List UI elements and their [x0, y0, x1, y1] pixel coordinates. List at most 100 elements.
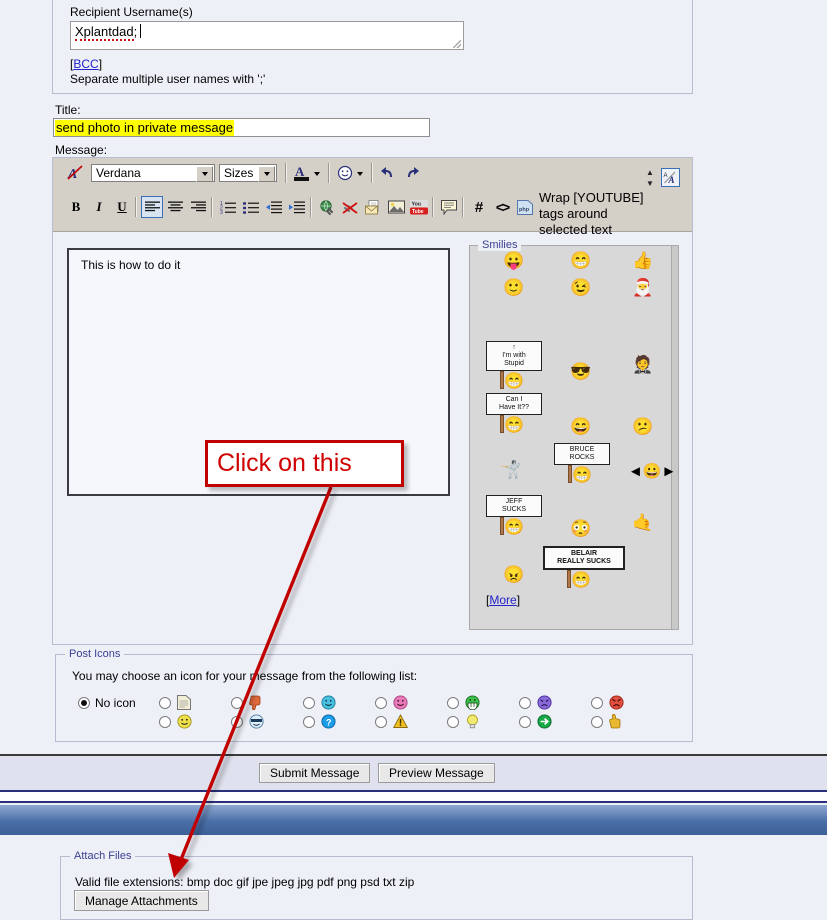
- smiley-santa[interactable]: 🎅: [632, 279, 653, 296]
- post-icon-radio-lightbulb[interactable]: [447, 716, 459, 728]
- svg-text:A: A: [295, 164, 305, 179]
- post-icon-radio-none[interactable]: [78, 697, 90, 709]
- sign-text-im-with-stupid: ↑ I'm with Stupid: [486, 341, 542, 371]
- stepper-up-icon[interactable]: ▲: [646, 168, 654, 177]
- post-icon-radio-arrow[interactable]: [519, 716, 531, 728]
- manage-attachments-button[interactable]: Manage Attachments: [74, 890, 209, 911]
- insert-image-icon[interactable]: [385, 196, 407, 218]
- post-icon-radio-happy-blue[interactable]: [303, 697, 315, 709]
- font-color-icon[interactable]: A: [291, 162, 313, 184]
- ordered-list-icon[interactable]: 123: [217, 196, 239, 218]
- smilie-icon[interactable]: [334, 162, 356, 184]
- more-link-label[interactable]: More: [489, 593, 516, 607]
- align-center-icon[interactable]: [164, 196, 186, 218]
- smiley-plain[interactable]: 🙂: [503, 279, 524, 296]
- font-family-select[interactable]: Verdana: [91, 164, 215, 182]
- remove-link-icon[interactable]: [339, 196, 361, 218]
- stepper-down-icon[interactable]: ▼: [646, 179, 654, 188]
- post-icon-radio-purple-sad[interactable]: [519, 697, 531, 709]
- message-label: Message:: [55, 143, 108, 157]
- code-button[interactable]: <>: [491, 196, 513, 218]
- post-icon-smile[interactable]: [176, 714, 192, 730]
- preview-message-button[interactable]: Preview Message: [378, 763, 495, 783]
- php-button[interactable]: php: [514, 196, 536, 218]
- youtube-icon[interactable]: You Tube: [408, 196, 430, 218]
- post-icon-question[interactable]: ?: [320, 714, 336, 730]
- unordered-list-icon[interactable]: [240, 196, 262, 218]
- post-icon-radio-green-grin[interactable]: [447, 697, 459, 709]
- smiley-thumbs-up[interactable]: 👍: [632, 252, 653, 269]
- post-icon-purple-sad[interactable]: [536, 695, 552, 711]
- smiley-tongue[interactable]: 😛: [503, 252, 524, 269]
- post-icon-radio-thumbs-down[interactable]: [231, 697, 243, 709]
- post-icon-document[interactable]: [176, 695, 192, 711]
- underline-button[interactable]: U: [111, 196, 133, 218]
- chevron-down-icon[interactable]: [196, 166, 213, 182]
- sign-face-icon: 😁: [504, 373, 524, 390]
- smiley-drink[interactable]: 🤙: [632, 514, 653, 531]
- smiley-bruce-rocks[interactable]: BRUCE ROCKS 😁: [554, 443, 610, 485]
- post-icon-radio-cool[interactable]: [231, 716, 243, 728]
- smiley-confused[interactable]: 😕: [632, 418, 653, 435]
- smiley-green-grin[interactable]: 😁: [570, 252, 591, 269]
- smiley-angry[interactable]: 😠: [503, 566, 524, 583]
- post-icon-warning[interactable]: [392, 714, 408, 730]
- post-icon-radio-thumbs-up[interactable]: [591, 716, 603, 728]
- smilies-more-link[interactable]: [More]: [486, 593, 520, 607]
- post-icon-radio-warning[interactable]: [375, 716, 387, 728]
- post-icon-red-angry[interactable]: [608, 695, 624, 711]
- smiley-can-i-have-it[interactable]: Can I Have It?? 😁: [486, 393, 542, 435]
- smiley-formal[interactable]: 🤵: [632, 356, 653, 373]
- post-icon-thumbs-up[interactable]: [608, 713, 624, 730]
- hash-button[interactable]: #: [468, 196, 490, 218]
- insert-email-icon[interactable]: [362, 196, 384, 218]
- post-icon-happy-blue[interactable]: [320, 695, 336, 711]
- font-color-dropdown-icon[interactable]: [311, 164, 323, 184]
- submit-message-button[interactable]: Submit Message: [259, 763, 371, 783]
- bcc-link-label[interactable]: BCC: [73, 57, 98, 71]
- quote-icon[interactable]: [438, 196, 460, 218]
- remove-formatting-icon[interactable]: A: [65, 162, 87, 184]
- smiley-boxing: ◄😀►: [628, 463, 677, 480]
- smiley-im-with-stupid[interactable]: ↑ I'm with Stupid 😁: [486, 341, 542, 391]
- post-icon-lightbulb[interactable]: [464, 714, 480, 730]
- size-stepper-icon[interactable]: ▲ ▼: [644, 168, 656, 188]
- smiley-belair-really-sucks[interactable]: BELAIR REALLY SUCKS 😁: [543, 546, 625, 590]
- post-icon-arrow[interactable]: [536, 714, 552, 730]
- post-icon-radio-document[interactable]: [159, 697, 171, 709]
- post-icon-cool[interactable]: [248, 714, 264, 730]
- smiley-cool-sunglasses[interactable]: 😎: [570, 363, 591, 380]
- chevron-down-icon[interactable]: [258, 166, 275, 182]
- smilie-dropdown-icon[interactable]: [354, 164, 366, 184]
- post-icon-radio-question[interactable]: [303, 716, 315, 728]
- post-icon-radio-red-angry[interactable]: [591, 697, 603, 709]
- align-right-icon[interactable]: [187, 196, 209, 218]
- wysiwyg-toggle-icon[interactable]: A A: [661, 168, 680, 187]
- smiley-jeff-sucks[interactable]: JEFF SUCKS 😁: [486, 495, 542, 537]
- post-icon-green-grin[interactable]: [464, 695, 480, 711]
- indent-icon[interactable]: [286, 196, 308, 218]
- textarea-resize-grip[interactable]: [453, 40, 461, 48]
- italic-button[interactable]: I: [88, 196, 110, 218]
- smiley-big-grin[interactable]: 😄: [570, 418, 591, 435]
- font-size-select[interactable]: Sizes: [219, 164, 277, 182]
- insert-link-icon[interactable]: [316, 196, 338, 218]
- smiley-wink[interactable]: 😉: [570, 279, 591, 296]
- smiley-fencing[interactable]: 🤺: [500, 461, 521, 478]
- recipient-input[interactable]: Xplantdad;: [70, 21, 464, 50]
- redo-icon[interactable]: [401, 162, 423, 184]
- smiley-shocked[interactable]: 😳: [570, 520, 591, 537]
- recipient-input-value: Xplantdad;: [75, 24, 142, 41]
- undo-icon[interactable]: [377, 162, 399, 184]
- post-icon-pink-smile[interactable]: [392, 695, 408, 711]
- title-input-value: send photo in private message: [55, 120, 235, 136]
- align-left-icon[interactable]: [141, 196, 163, 218]
- post-icon-thumbs-down[interactable]: [248, 695, 264, 711]
- post-icon-radio-pink-smile[interactable]: [375, 697, 387, 709]
- outdent-icon[interactable]: [263, 196, 285, 218]
- smilies-scrollbar[interactable]: [671, 246, 678, 629]
- bold-button[interactable]: B: [65, 196, 87, 218]
- bcc-toggle[interactable]: [BCC]: [70, 57, 102, 71]
- post-icon-radio-smile[interactable]: [159, 716, 171, 728]
- title-input[interactable]: send photo in private message: [53, 118, 430, 137]
